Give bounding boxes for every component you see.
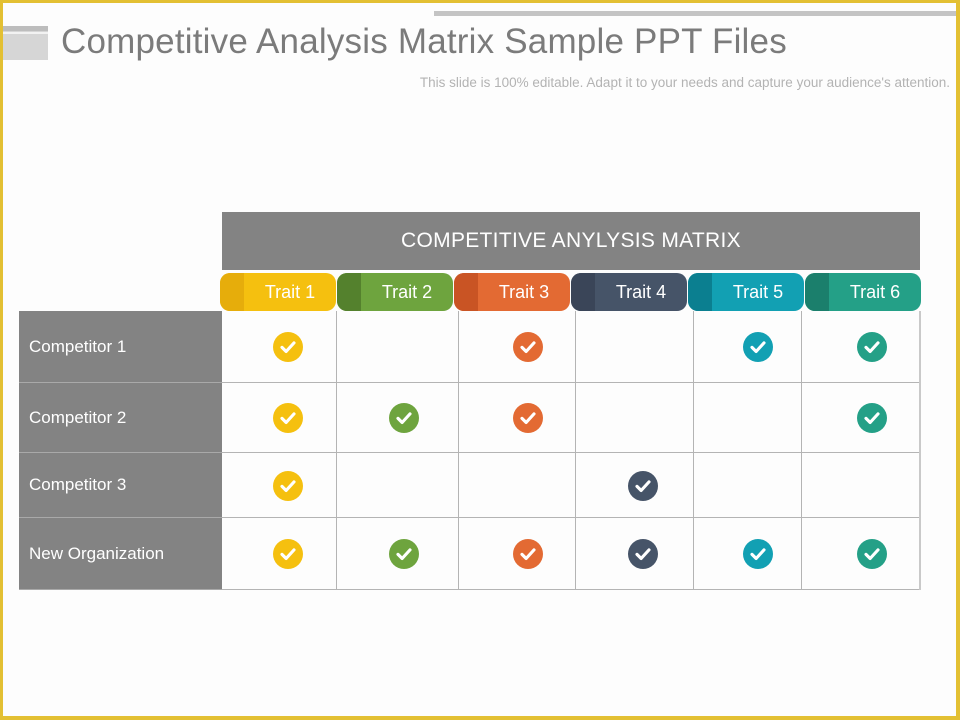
check-icon bbox=[857, 403, 887, 433]
trait-header-6: Trait 6 bbox=[805, 273, 921, 311]
trait-tab-accent bbox=[688, 273, 712, 311]
check-icon bbox=[513, 403, 543, 433]
trait-label: Trait 4 bbox=[615, 281, 667, 302]
grid-row-divider bbox=[222, 589, 920, 590]
trait-tab-accent bbox=[805, 273, 829, 311]
competitor-row-header: Competitor 3 bbox=[19, 453, 222, 518]
trait-tab-accent bbox=[220, 273, 244, 311]
trait-tab-accent bbox=[337, 273, 361, 311]
trait-label: Trait 2 bbox=[381, 281, 433, 302]
check-icon bbox=[628, 470, 658, 501]
trait-tab-accent bbox=[454, 273, 478, 311]
grid-row-divider bbox=[222, 452, 920, 453]
grid-row-divider bbox=[222, 382, 920, 383]
slide-subtitle: This slide is 100% editable. Adapt it to… bbox=[419, 75, 950, 90]
competitor-label: Competitor 1 bbox=[29, 336, 127, 356]
grid-row-divider bbox=[222, 517, 920, 518]
grid-column-divider bbox=[693, 311, 694, 590]
competitor-row-header: Competitor 1 bbox=[19, 311, 222, 383]
check-icon bbox=[389, 403, 419, 433]
trait-header-3: Trait 3 bbox=[454, 273, 570, 311]
matrix-header: COMPETITIVE ANYLYSIS MATRIX bbox=[222, 212, 920, 270]
title-accent-block bbox=[3, 26, 48, 60]
check-icon bbox=[857, 332, 887, 362]
trait-label: Trait 1 bbox=[264, 281, 316, 302]
trait-label: Trait 6 bbox=[849, 281, 901, 302]
competitor-label: Competitor 2 bbox=[29, 407, 127, 427]
grid-column-divider bbox=[458, 311, 459, 590]
grid-column-divider bbox=[801, 311, 802, 590]
check-icon bbox=[273, 539, 303, 569]
top-rule bbox=[434, 11, 956, 16]
competitor-label: Competitor 3 bbox=[29, 475, 127, 494]
check-icon bbox=[273, 403, 303, 433]
check-icon bbox=[628, 539, 658, 569]
slide-title: Competitive Analysis Matrix Sample PPT F… bbox=[61, 22, 787, 61]
grid-column-divider bbox=[575, 311, 576, 590]
trait-header-4: Trait 4 bbox=[571, 273, 687, 311]
matrix-header-text: COMPETITIVE ANYLYSIS MATRIX bbox=[401, 229, 741, 252]
grid-right-border bbox=[919, 311, 921, 590]
trait-tab-accent bbox=[571, 273, 595, 311]
check-icon bbox=[743, 332, 773, 362]
check-icon bbox=[273, 470, 303, 501]
check-icon bbox=[389, 539, 419, 569]
trait-header-2: Trait 2 bbox=[337, 273, 453, 311]
trait-label: Trait 5 bbox=[732, 281, 784, 302]
check-icon bbox=[513, 539, 543, 569]
matrix-grid bbox=[222, 311, 921, 590]
trait-header-5: Trait 5 bbox=[688, 273, 804, 311]
competitor-label: New Organization bbox=[29, 543, 165, 563]
grid-column-divider bbox=[336, 311, 337, 590]
trait-header-1: Trait 1 bbox=[220, 273, 336, 311]
check-icon bbox=[513, 332, 543, 362]
check-icon bbox=[273, 332, 303, 362]
trait-label: Trait 3 bbox=[498, 281, 550, 302]
check-icon bbox=[743, 539, 773, 569]
competitor-row-header: Competitor 2 bbox=[19, 383, 222, 453]
check-icon bbox=[857, 539, 887, 569]
competitor-row-header: New Organization bbox=[19, 518, 222, 590]
trait-header-row: Trait 1 Trait 2 Trait 3 Trait 4 Trait 5 Trait… bbox=[220, 273, 921, 311]
